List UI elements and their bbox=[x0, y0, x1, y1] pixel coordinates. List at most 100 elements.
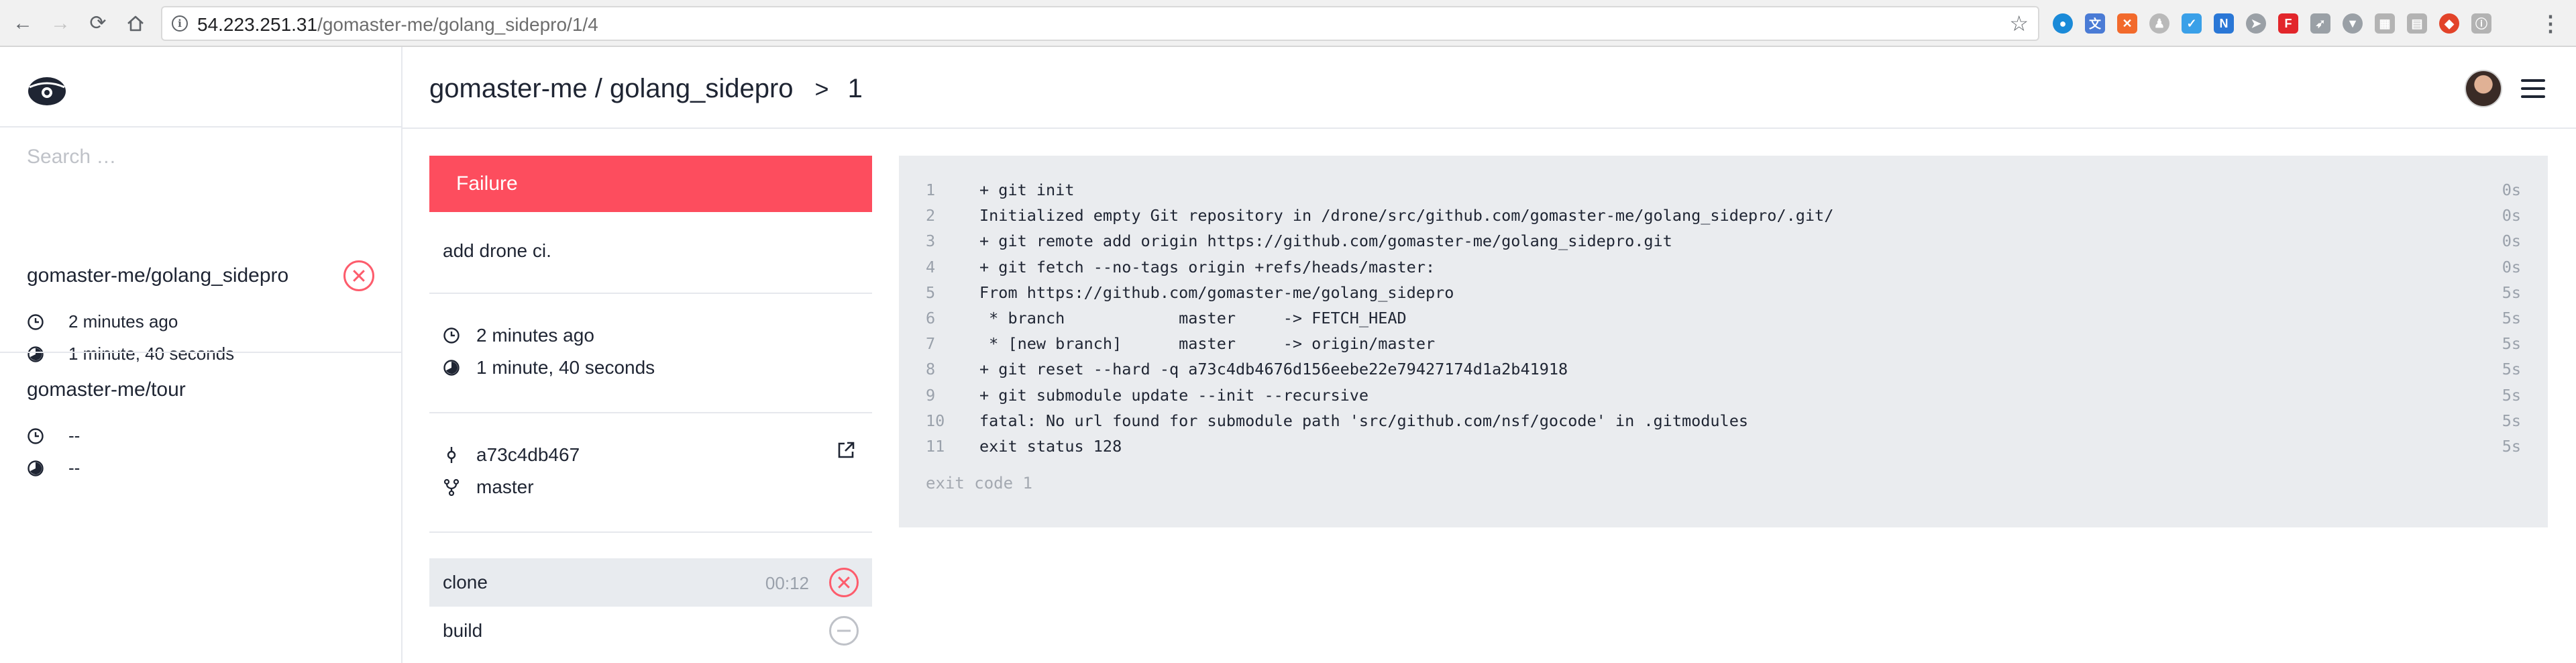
log-line-time: 5s bbox=[2502, 283, 2521, 302]
build-duration: 1 minute, 40 seconds bbox=[443, 357, 655, 378]
url-path: /gomaster-me/golang_sidepro/1/4 bbox=[317, 14, 598, 35]
log-output: exit code 1 1 + git init 0s 2 Initialized em… bbox=[899, 156, 2548, 527]
repo-duration-text: -- bbox=[68, 458, 80, 478]
browser-chrome: ← → ⟳ i 54.223.251.31/gomaster-me/golang… bbox=[0, 0, 2576, 47]
ext-check-icon[interactable]: ✓ bbox=[2182, 13, 2202, 34]
breadcrumb-repo-link[interactable]: gomaster-me / golang_sidepro bbox=[429, 74, 794, 104]
log-line-number[interactable]: 6 bbox=[926, 305, 935, 331]
log-line-text: * branch master -> FETCH_HEAD bbox=[979, 309, 1407, 327]
forward-arrow-icon: → bbox=[50, 12, 70, 34]
log-line-text: + git fetch --no-tags origin +refs/heads… bbox=[979, 257, 1436, 276]
ext-blue-circle-icon[interactable]: ● bbox=[2053, 13, 2073, 34]
ext-person-icon[interactable]: ♟ bbox=[2149, 13, 2169, 34]
address-bar[interactable]: i 54.223.251.31/gomaster-me/golang_sidep… bbox=[161, 6, 2039, 41]
ext-table-icon[interactable]: ▤ bbox=[2407, 13, 2427, 34]
more-vertical-icon: ⋮ bbox=[2540, 11, 2561, 36]
log-line: 6 * branch master -> FETCH_HEAD 5s bbox=[926, 305, 2521, 331]
log-line-number[interactable]: 7 bbox=[926, 331, 935, 356]
external-link-icon[interactable] bbox=[836, 440, 856, 460]
log-line-number[interactable]: 1 bbox=[926, 177, 935, 203]
clock-icon bbox=[28, 313, 44, 330]
failure-status-icon bbox=[829, 568, 859, 597]
sidebar: gomaster-me/golang_sidepro 2 minutes ago… bbox=[0, 47, 402, 663]
duration-icon bbox=[443, 360, 460, 376]
divider bbox=[429, 531, 872, 533]
log-line-time: 5s bbox=[2502, 437, 2521, 456]
log-line-text: exit status 128 bbox=[979, 437, 1122, 456]
ext-grey-arrow-icon[interactable]: ➤ bbox=[2246, 13, 2266, 34]
back-button[interactable]: ← bbox=[8, 9, 38, 38]
breadcrumb-build-number: 1 bbox=[847, 74, 863, 103]
build-status-banner: Failure bbox=[429, 156, 872, 212]
log-line-text: * [new branch] master -> origin/master bbox=[979, 334, 1436, 354]
step-build[interactable]: build bbox=[429, 607, 872, 655]
log-line: 4 + git fetch --no-tags origin +refs/head… bbox=[926, 254, 2521, 280]
home-icon bbox=[127, 15, 144, 32]
ext-orange-icon[interactable]: ✕ bbox=[2117, 13, 2137, 34]
ext-pdf-icon[interactable]: F bbox=[2278, 13, 2298, 34]
log-line-time: 0s bbox=[2502, 206, 2521, 225]
repo-duration: -- bbox=[27, 458, 80, 478]
ext-vue-icon[interactable]: ▼ bbox=[2343, 13, 2363, 34]
home-button[interactable] bbox=[121, 9, 150, 38]
log-line-text: + git reset --hard -q a73c4db4676d156eeb… bbox=[979, 360, 1568, 379]
log-line: 2 Initialized empty Git repository in /dr… bbox=[926, 203, 2521, 228]
log-line-number[interactable]: 9 bbox=[926, 382, 935, 408]
translate-icon[interactable]: 文 bbox=[2085, 13, 2105, 34]
log-line: 11 exit status 128 5s bbox=[926, 434, 2521, 459]
log-line-time: 5s bbox=[2502, 385, 2521, 405]
log-line: 1 + git init 0s bbox=[926, 177, 2521, 203]
step-name: build bbox=[443, 620, 483, 641]
log-line-number[interactable]: 4 bbox=[926, 254, 935, 280]
commit-sha[interactable]: a73c4db467 bbox=[476, 444, 580, 466]
log-line-number[interactable]: 5 bbox=[926, 280, 935, 305]
repo-started: -- bbox=[27, 425, 80, 446]
repo-started-text: -- bbox=[68, 425, 80, 446]
log-line: 7 * [new branch] master -> origin/master… bbox=[926, 331, 2521, 356]
reload-button[interactable]: ⟳ bbox=[83, 9, 113, 38]
clock-icon bbox=[28, 427, 44, 444]
log-line-time: 5s bbox=[2502, 360, 2521, 379]
url-text[interactable]: 54.223.251.31/gomaster-me/golang_sidepro… bbox=[197, 14, 598, 36]
step-name: clone bbox=[443, 572, 488, 593]
user-avatar[interactable] bbox=[2465, 70, 2502, 107]
log-line-time: 0s bbox=[2502, 257, 2521, 276]
log-line-text: + git submodule update --init --recursiv… bbox=[979, 385, 1369, 405]
branch-icon bbox=[443, 478, 460, 496]
bookmark-star-icon[interactable]: ☆ bbox=[2009, 11, 2029, 36]
forward-button[interactable]: → bbox=[46, 9, 75, 38]
page-header: gomaster-me / golang_sidepro > 1 bbox=[402, 47, 2576, 129]
ext-new-icon[interactable]: N bbox=[2214, 13, 2234, 34]
site-info-icon[interactable]: i bbox=[172, 15, 188, 32]
browser-menu-button[interactable]: ⋮ bbox=[2536, 9, 2565, 38]
ext-info-icon[interactable]: ⓘ bbox=[2471, 13, 2491, 34]
exit-code: exit code 1 bbox=[926, 474, 1032, 493]
step-time: 00:12 bbox=[765, 573, 809, 593]
back-arrow-icon: ← bbox=[13, 12, 33, 34]
drone-logo-icon[interactable] bbox=[27, 75, 67, 106]
repo-started: 2 minutes ago bbox=[27, 311, 178, 332]
log-line-number[interactable]: 10 bbox=[926, 408, 945, 434]
log-line: 8 + git reset --hard -q a73c4db4676d156ee… bbox=[926, 356, 2521, 382]
ext-grid-icon[interactable]: ▦ bbox=[2375, 13, 2395, 34]
commit-icon bbox=[447, 447, 456, 463]
log-line: 10 fatal: No url found for submodule path… bbox=[926, 408, 2521, 434]
step-clone[interactable]: clone 00:12 bbox=[429, 558, 872, 607]
log-line-number[interactable]: 8 bbox=[926, 356, 935, 382]
gitlab-icon[interactable]: ◆ bbox=[2439, 13, 2459, 34]
menu-icon[interactable] bbox=[2521, 79, 2545, 98]
log-line-time: 5s bbox=[2502, 411, 2521, 430]
log-line-time: 5s bbox=[2502, 334, 2521, 354]
duration-icon bbox=[28, 460, 44, 476]
log-line-number[interactable]: 3 bbox=[926, 228, 935, 254]
log-line: 3 + git remote add origin https://github.… bbox=[926, 228, 2521, 254]
log-line-number[interactable]: 11 bbox=[926, 434, 945, 459]
log-line-text: From https://github.com/gomaster-me/gola… bbox=[979, 283, 1454, 302]
ext-send-icon[interactable]: ➶ bbox=[2310, 13, 2330, 34]
reload-icon: ⟳ bbox=[89, 12, 107, 34]
log-line-number[interactable]: 2 bbox=[926, 203, 935, 228]
divider bbox=[429, 293, 872, 294]
repo-item-tour[interactable]: gomaster-me/tour -- -- bbox=[0, 353, 401, 521]
branch-name: master bbox=[476, 476, 534, 497]
log-line-text: + git init bbox=[979, 181, 1075, 199]
